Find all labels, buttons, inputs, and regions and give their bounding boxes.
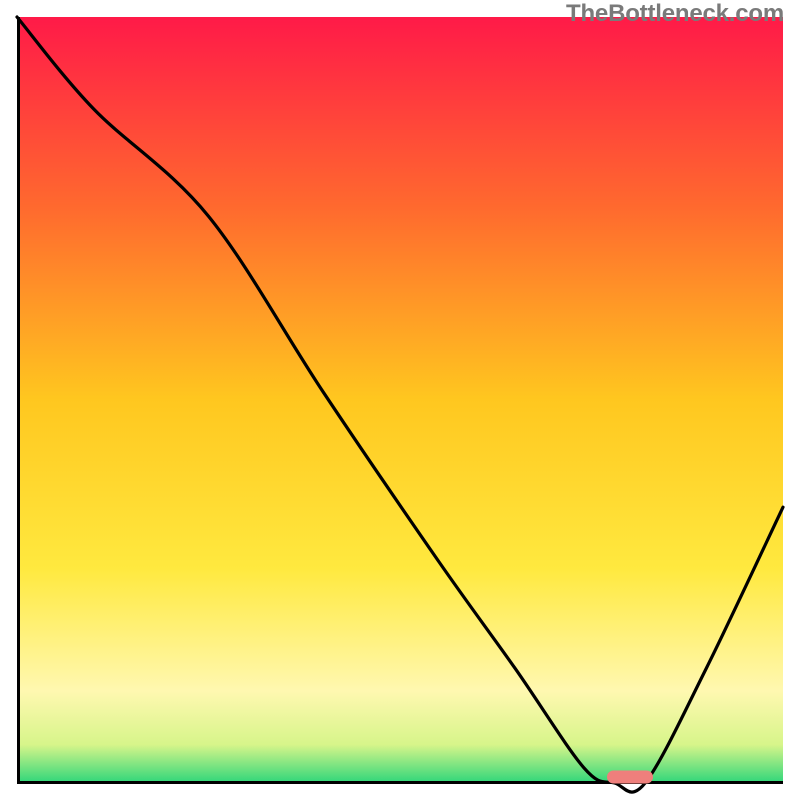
gradient-background <box>17 17 783 783</box>
watermark-text: TheBottleneck.com <box>566 0 784 28</box>
optimal-marker <box>607 771 653 784</box>
plot-area <box>17 17 783 783</box>
y-axis <box>17 17 20 783</box>
x-axis <box>17 781 783 784</box>
bottleneck-chart: TheBottleneck.com <box>0 0 800 800</box>
